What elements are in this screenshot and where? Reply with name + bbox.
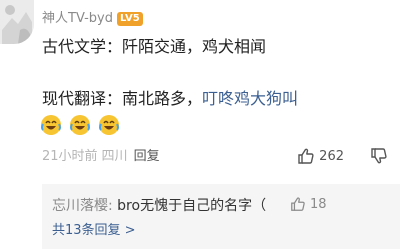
avatar[interactable] xyxy=(0,0,34,44)
reply-author[interactable]: 忘川落樱: xyxy=(52,198,113,214)
laughing-crying-emoji xyxy=(70,115,91,135)
reply-body: bro无愧于自己的名字（ xyxy=(117,198,267,214)
thumbs-up-icon[interactable] xyxy=(297,147,315,165)
thumbs-down-icon[interactable] xyxy=(370,147,388,165)
reply-button[interactable]: 回复 xyxy=(134,149,160,164)
thumbs-up-icon[interactable] xyxy=(290,196,306,212)
view-all-replies-link[interactable]: 共13条回复 > xyxy=(52,222,136,240)
avatar-image xyxy=(0,0,34,44)
username-text[interactable]: 神人TV-byd xyxy=(42,11,113,26)
comment-line-2-highlight: 叮咚鸡大狗叫 xyxy=(202,89,299,108)
comment-actions: 262 xyxy=(297,145,388,167)
comment-line-2-prefix: 现代翻译：南北路多， xyxy=(42,89,203,108)
emoji-row xyxy=(40,114,122,138)
laughing-crying-emoji xyxy=(99,115,120,135)
reply-like[interactable]: 18 xyxy=(290,196,327,212)
comment-username[interactable]: 神人TV-byd LV5 xyxy=(42,10,143,28)
comment-meta: 21小时前 四川 回复 xyxy=(42,148,160,166)
comment-time: 21小时前 xyxy=(42,149,98,164)
comment-location: 四川 xyxy=(101,149,128,164)
laughing-crying-emoji xyxy=(41,115,61,135)
reply-text: 忘川落樱: bro无愧于自己的名字（ xyxy=(52,196,266,216)
level-badge: LV5 xyxy=(116,12,143,26)
comment-line-2: 现代翻译：南北路多，叮咚鸡大狗叫 xyxy=(42,88,298,110)
like-count: 262 xyxy=(319,148,344,164)
comment-line-1: 古代文学：阡陌交通，鸡犬相闻 xyxy=(42,37,267,56)
reply-like-count: 18 xyxy=(310,196,327,212)
reply-preview[interactable]: 忘川落樱: bro无愧于自己的名字（ 18 共13条回复 > xyxy=(42,184,400,249)
